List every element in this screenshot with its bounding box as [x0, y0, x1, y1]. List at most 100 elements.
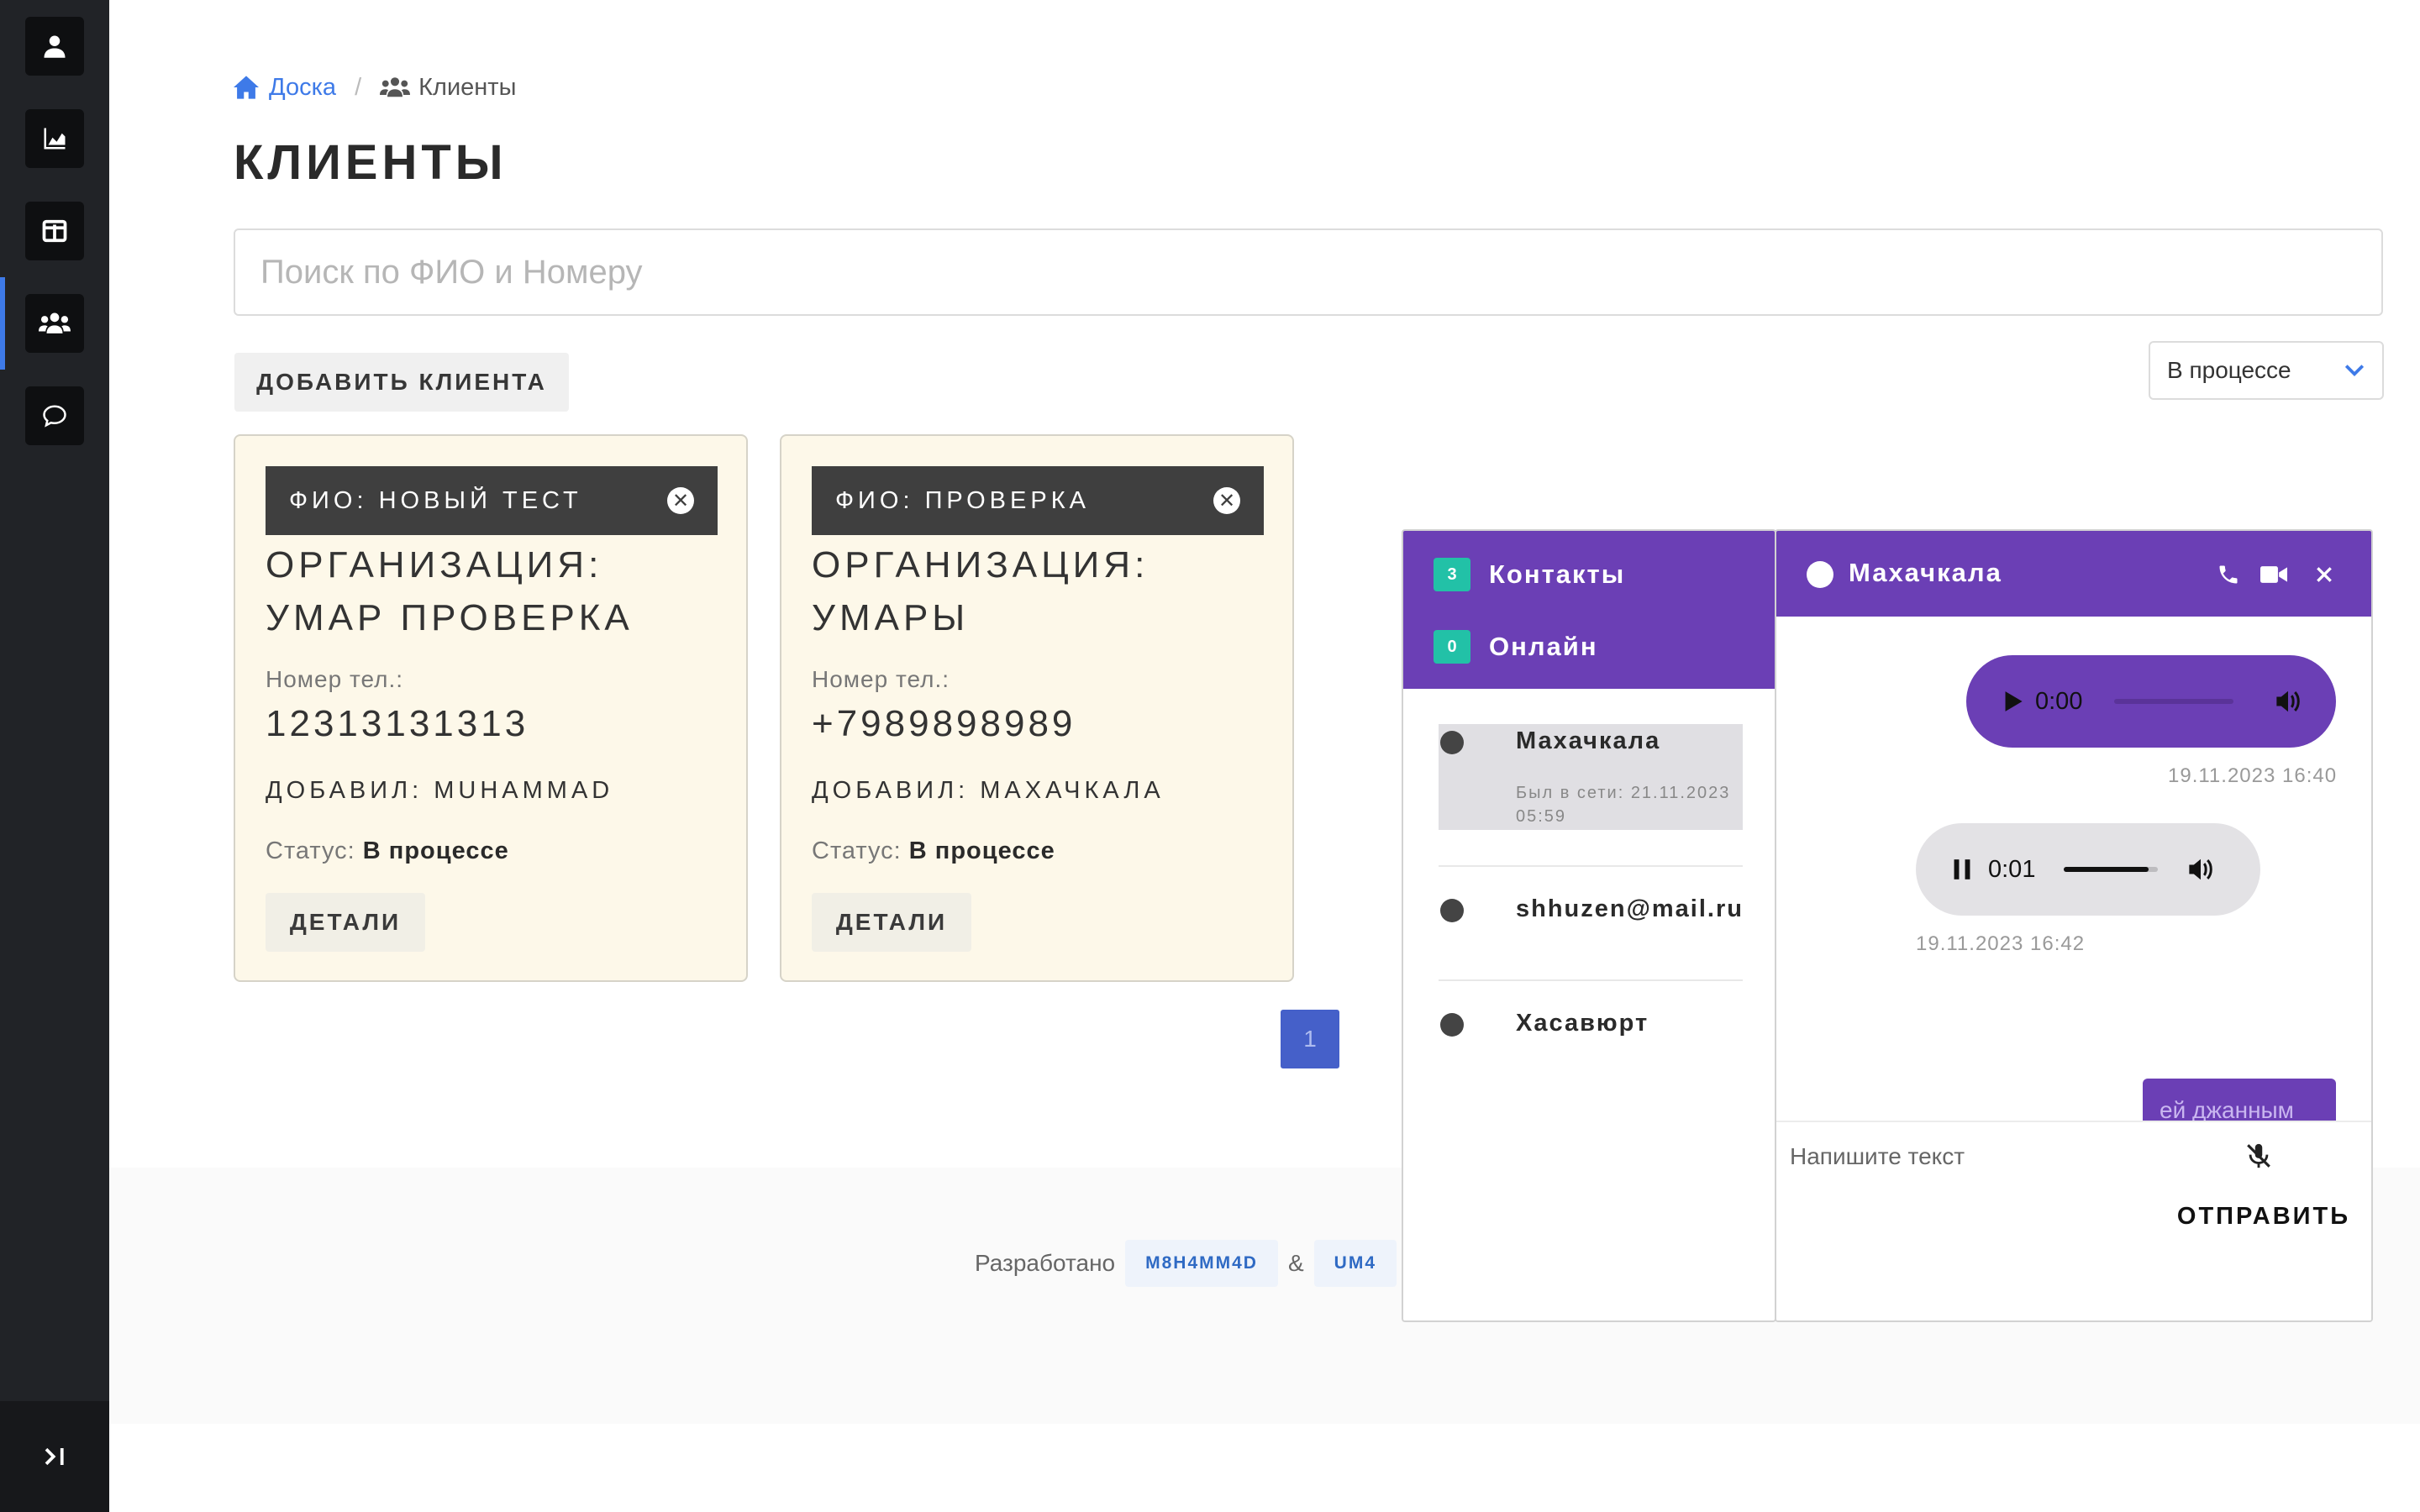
- audio-progress-track[interactable]: [2114, 699, 2234, 704]
- details-button[interactable]: ДЕТАЛИ: [812, 893, 971, 952]
- page-title: КЛИЕНТЫ: [234, 135, 508, 190]
- client-card: ФИО: ПРОВЕРКА ✕ ОРГАНИЗАЦИЯ: УМАРЫ Номер…: [780, 434, 1294, 982]
- online-count-badge: 0: [1434, 630, 1470, 664]
- close-icon: [2317, 567, 2332, 582]
- sidebar-item-stats[interactable]: [25, 109, 84, 168]
- client-card: ФИО: НОВЫЙ ТЕСТ ✕ ОРГАНИЗАЦИЯ: УМАР ПРОВ…: [234, 434, 748, 982]
- audio-message[interactable]: 0:00: [1966, 655, 2336, 748]
- users-icon: [380, 77, 411, 97]
- user-icon: [44, 35, 66, 58]
- audio-progress-fill: [2064, 867, 2149, 872]
- phone-call-button[interactable]: [2212, 558, 2245, 591]
- author-tag[interactable]: UM4: [1313, 1240, 1397, 1287]
- contact-item[interactable]: shhuzen@mail.ru: [1439, 892, 1743, 942]
- contact-item[interactable]: Махачкала Был в сети: 21.11.2023 05:59: [1439, 724, 1743, 830]
- phone-icon: [2219, 565, 2238, 584]
- contacts-panel: 3 Контакты 0 Онлайн Махачкала Был в сети…: [1402, 529, 1776, 1322]
- contact-last-seen: Был в сети: 21.11.2023 05:59: [1516, 784, 1731, 826]
- breadcrumb-home[interactable]: Доска: [232, 74, 336, 102]
- details-button[interactable]: ДЕТАЛИ: [266, 893, 425, 952]
- play-icon[interactable]: [2003, 690, 2023, 712]
- message-timestamp: 19.11.2023 16:42: [1916, 932, 2086, 955]
- breadcrumb-current-label: Клиенты: [418, 73, 517, 101]
- card-fio: ФИО: НОВЫЙ ТЕСТ: [289, 486, 582, 514]
- sidebar-active-indicator: [0, 277, 5, 370]
- audio-message[interactable]: 0:01: [1916, 823, 2260, 916]
- sidebar: [0, 0, 109, 1512]
- card-header: ФИО: ПРОВЕРКА ✕: [812, 466, 1264, 535]
- contact-item[interactable]: Хасавюрт: [1439, 1006, 1743, 1057]
- author-tag[interactable]: M8H4MM4D: [1125, 1240, 1278, 1287]
- card-phone-label: Номер тел.:: [812, 666, 950, 692]
- delete-client-button[interactable]: ✕: [667, 487, 694, 514]
- contact-name: Хасавюрт: [1516, 1010, 1649, 1037]
- sidebar-collapse-button[interactable]: [0, 1401, 109, 1512]
- card-status: Статус: В процессе: [266, 837, 509, 865]
- send-button[interactable]: ОТПРАВИТЬ: [2171, 1191, 2356, 1242]
- add-client-button[interactable]: ДОБАВИТЬ КЛИЕНТА: [234, 353, 569, 412]
- contact-name: Махачкала: [1516, 727, 1661, 754]
- video-icon: [2260, 566, 2287, 583]
- mic-off-icon: [2247, 1143, 2270, 1168]
- card-status-value: В процессе: [362, 837, 509, 864]
- voice-record-button[interactable]: [2242, 1139, 2275, 1173]
- contact-name: shhuzen@mail.ru: [1516, 895, 1744, 922]
- chat-panel: Махачкала 0:00 19.11.2023 16:40 0:01 19.…: [1775, 529, 2373, 1322]
- breadcrumb-current: Клиенты: [380, 74, 516, 102]
- audio-time: 0:01: [1988, 855, 2036, 883]
- volume-icon[interactable]: [2186, 857, 2215, 882]
- close-chat-button[interactable]: [2307, 558, 2341, 591]
- card-phone: +7989898989: [812, 703, 1076, 744]
- audio-progress-track[interactable]: [2064, 867, 2159, 872]
- card-phone: 12313131313: [266, 703, 529, 744]
- chart-icon: [44, 128, 66, 150]
- divider: [1439, 979, 1743, 981]
- chat-header: Махачкала: [1776, 531, 2371, 617]
- video-call-button[interactable]: [2257, 558, 2291, 591]
- sidebar-item-clients[interactable]: [25, 294, 84, 353]
- breadcrumb-home-label: Доска: [269, 73, 337, 101]
- footer-text: Разработано: [975, 1250, 1116, 1276]
- status-dot: [1807, 561, 1833, 588]
- chat-title: Махачкала: [1849, 558, 2002, 587]
- status-filter-select[interactable]: В процессе: [2149, 341, 2384, 400]
- pagination-page-1[interactable]: 1: [1281, 1010, 1339, 1068]
- contacts-label: Контакты: [1489, 559, 1626, 589]
- sidebar-item-profile[interactable]: [25, 17, 84, 76]
- contacts-count-badge: 3: [1434, 558, 1470, 591]
- message-input[interactable]: [1788, 1137, 2228, 1176]
- footer-amp: &: [1287, 1250, 1304, 1276]
- card-status-value: В процессе: [908, 837, 1055, 864]
- card-fio: ФИО: ПРОВЕРКА: [835, 486, 1090, 514]
- card-phone-label: Номер тел.:: [266, 666, 404, 692]
- layout-icon: [42, 219, 67, 243]
- divider: [1439, 865, 1743, 867]
- expand-icon: [45, 1447, 64, 1466]
- card-organization: ОРГАНИЗАЦИЯ: УМАРЫ: [812, 544, 1150, 638]
- breadcrumb-separator: /: [355, 73, 362, 101]
- footer-credits: Разработано M8H4MM4D & UM4: [975, 1240, 1397, 1287]
- card-organization: ОРГАНИЗАЦИЯ: УМАР ПРОВЕРКА: [266, 544, 634, 638]
- sidebar-item-chat[interactable]: [25, 386, 84, 445]
- chat-icon: [43, 405, 66, 428]
- volume-icon[interactable]: [2274, 689, 2302, 714]
- status-filter-value: В процессе: [2167, 357, 2291, 383]
- delete-client-button[interactable]: ✕: [1213, 487, 1240, 514]
- users-icon: [39, 312, 71, 333]
- search-input[interactable]: [234, 228, 2383, 316]
- online-label: Онлайн: [1489, 632, 1598, 661]
- card-status: Статус: В процессе: [812, 837, 1055, 865]
- online-tab[interactable]: 0 Онлайн: [1434, 630, 1598, 664]
- offline-status-dot: [1440, 731, 1464, 754]
- home-icon: [234, 76, 259, 99]
- card-status-label: Статус:: [266, 837, 355, 864]
- message-timestamp: 19.11.2023 16:40: [2168, 764, 2338, 787]
- contacts-header: 3 Контакты 0 Онлайн: [1403, 531, 1775, 689]
- card-added-by: ДОБАВИЛ: MUHAMMAD: [266, 777, 614, 804]
- card-status-label: Статус:: [812, 837, 902, 864]
- breadcrumb: Доска / Клиенты: [232, 71, 516, 104]
- pause-icon[interactable]: [1953, 858, 1971, 880]
- contacts-tab[interactable]: 3 Контакты: [1434, 558, 1625, 591]
- card-added-by: ДОБАВИЛ: МАХАЧКАЛА: [812, 777, 1165, 804]
- sidebar-item-board[interactable]: [25, 202, 84, 260]
